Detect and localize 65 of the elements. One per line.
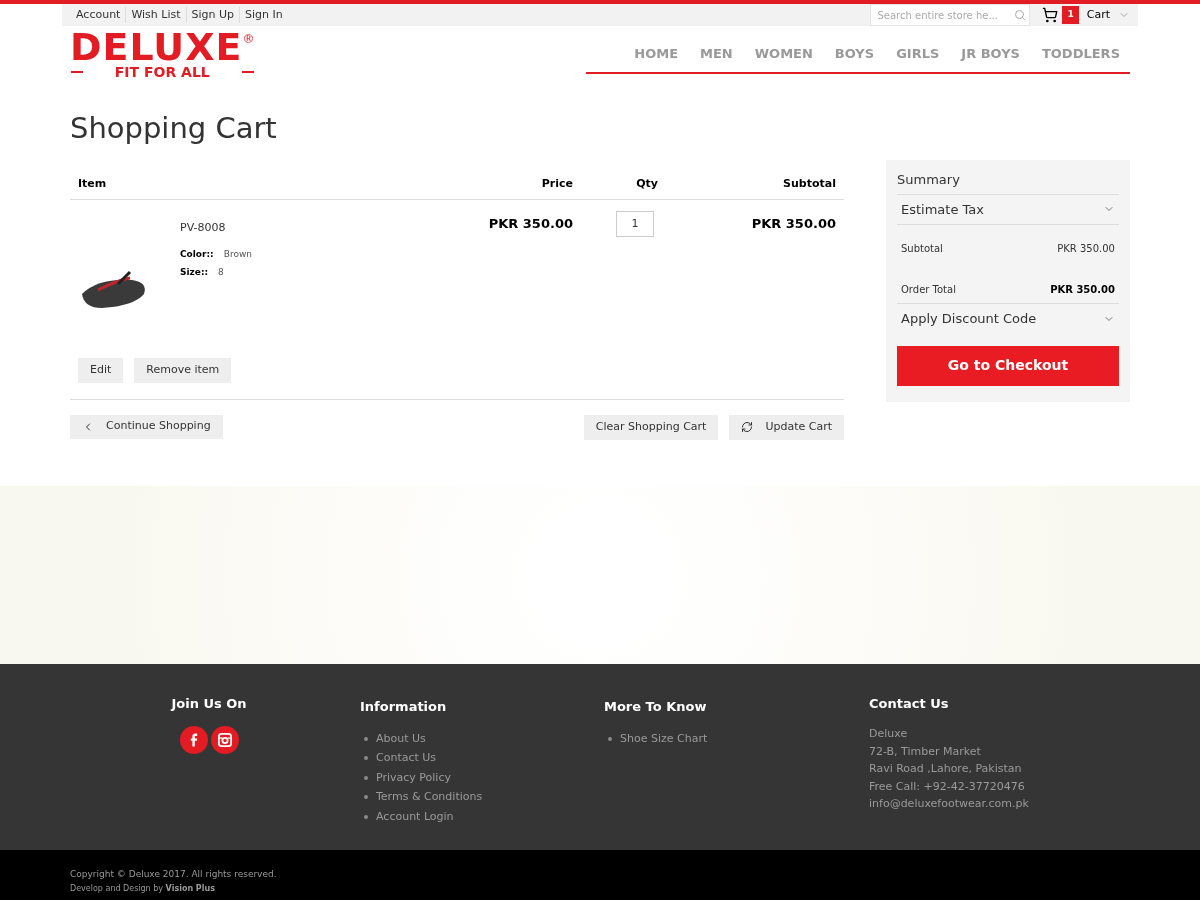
qty-field[interactable]: 1 [616,210,654,237]
nav-link[interactable]: WOMEN [754,44,813,64]
remove-item-button[interactable]: Remove item [134,357,232,383]
copyright-text: Copyright © Deluxe 2017. All rights reserved. [70,867,278,881]
summary-title: Summary [897,170,1119,195]
summary-label: Order Total [901,283,956,297]
cart-icon[interactable] [1042,7,1059,23]
registered-mark: ® [242,31,255,48]
footer-link[interactable]: About Us [376,730,426,747]
option-value: Brown [223,248,252,261]
nav-link[interactable]: BOYS [834,44,875,64]
contact-line: Free Call: +92-42-37720476 [869,778,1026,795]
continue-shopping-button[interactable]: Continue Shopping [70,414,223,439]
footer-link[interactable]: Shoe Size Chart [620,730,708,747]
option-label: Color:: [180,248,214,261]
refresh-icon [741,421,754,433]
footer-heading: Information [360,698,447,714]
contact-line: info@deluxefootwear.com.pk [869,796,1029,812]
update-cart-button[interactable]: Update Cart [729,414,844,440]
footer-heading: Join Us On [171,694,247,713]
column-header: Price [540,176,573,192]
discount-code-toggle[interactable]: Apply Discount Code [897,304,1119,334]
top-link[interactable]: Wish List [125,6,186,24]
option-value: 8 [218,265,224,279]
page-title: Shopping Cart [70,110,278,146]
product-name[interactable]: PV-8008 [180,219,252,236]
search-icon [1014,9,1027,21]
logo-tagline: FIT FOR ALL [114,64,210,80]
nav-link[interactable]: JR BOYS [961,44,1020,64]
footer-link[interactable]: Contact Us [376,750,437,767]
summary-value: PKR 350.00 [1057,242,1115,256]
top-link[interactable]: Account [76,6,126,24]
checkout-button[interactable]: Go to Checkout [897,345,1119,386]
item-price: PKR 350.00 [487,214,573,233]
item-subtotal: PKR 350.00 [750,214,836,233]
logo-wordmark[interactable]: DELUXE [70,30,243,64]
nav-link[interactable]: MEN [700,44,733,64]
nav-link[interactable]: TODDLERS [1041,44,1120,64]
clear-cart-button[interactable]: Clear Shopping Cart [583,414,719,440]
footer-heading: More To Know [604,698,707,714]
top-link[interactable]: Sign In [239,6,288,24]
facebook-icon[interactable] [179,726,208,754]
option-label: Size:: [180,265,209,279]
footer-link[interactable]: Privacy Policy [376,769,451,786]
nav-link[interactable]: HOME [634,44,679,64]
search-field[interactable]: Search entire store he... [870,4,1031,26]
cart-link[interactable]: Cart [1086,6,1110,24]
nav-link[interactable]: GIRLS [896,44,940,64]
summary-label: Subtotal [901,242,943,256]
top-link[interactable]: Sign Up [185,6,240,24]
footer-heading: Contact Us [869,694,950,713]
edit-button[interactable]: Edit [78,357,124,383]
contact-line: 72-B, Timber Market [869,743,982,760]
credit-text: Develop and Design by Vision Plus [70,883,216,895]
footer-link[interactable]: Account Login [376,808,454,825]
estimate-tax-toggle[interactable]: Estimate Tax [897,194,1119,225]
contact-line: Ravi Road ,Lahore, Pakistan [869,761,1023,777]
cart-count-badge: 1 [1062,6,1079,24]
column-header: Item [78,176,108,192]
column-header: Subtotal [782,176,836,192]
footer-link[interactable]: Terms & Conditions [376,789,483,806]
contact-line: Deluxe [869,726,909,742]
instagram-icon[interactable] [210,726,239,754]
column-header: Qty [635,176,658,192]
summary-value: PKR 350.00 [1050,283,1115,297]
